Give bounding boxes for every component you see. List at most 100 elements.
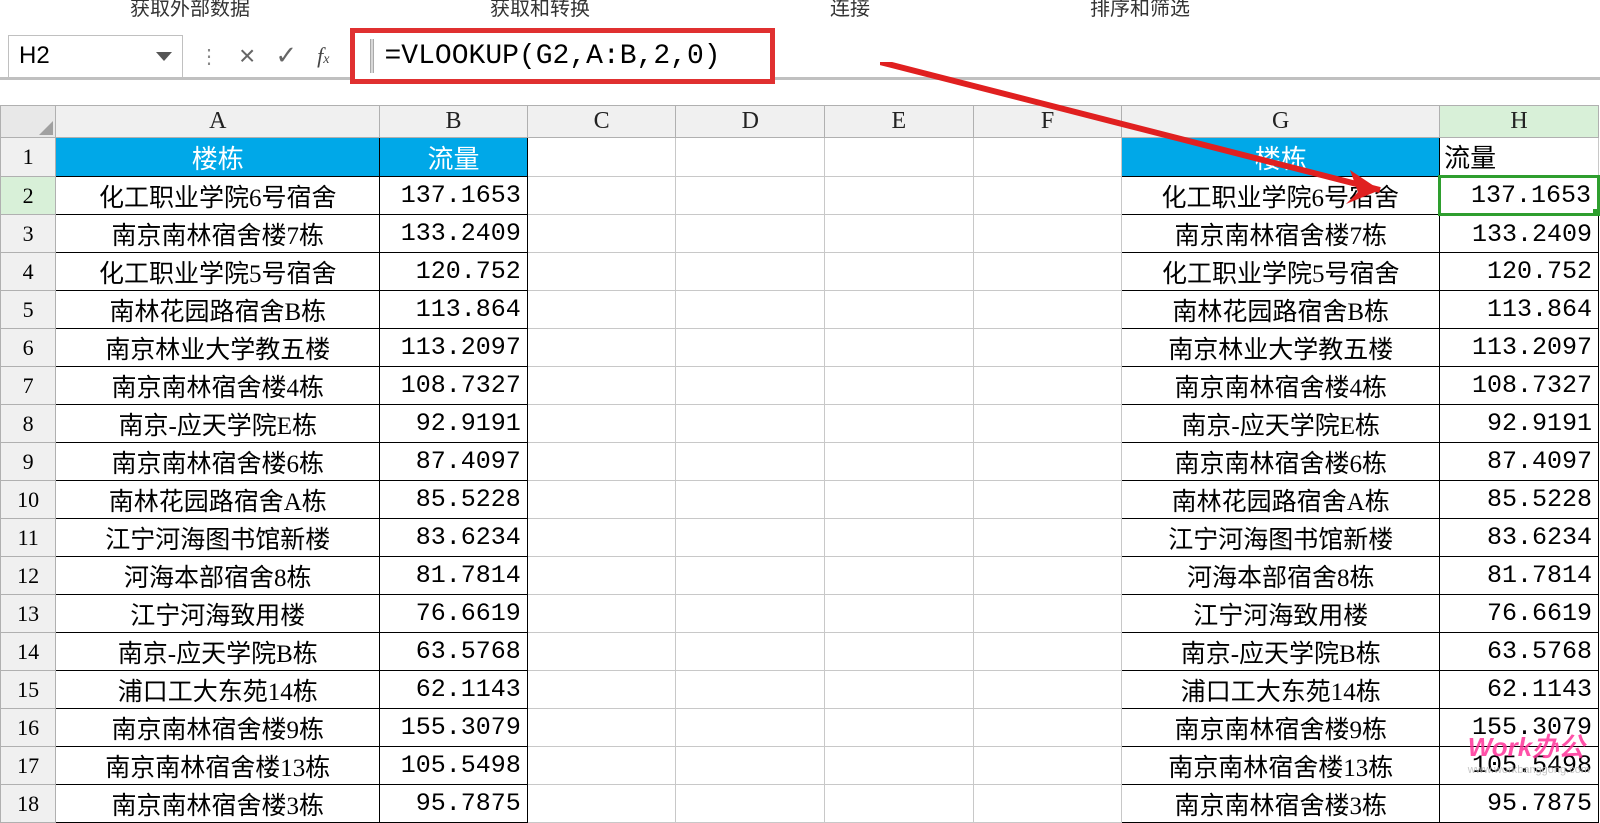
spreadsheet-grid[interactable]: A B C D E F G H 1楼栋流量楼栋流量2化工职业学院6号宿舍137.… — [0, 105, 1600, 801]
cell[interactable]: 85.5228 — [1440, 481, 1599, 519]
cell[interactable]: 河海本部宿舍8栋 — [1122, 557, 1440, 595]
cell[interactable]: 南京南林宿舍楼4栋 — [56, 367, 380, 405]
cell[interactable] — [825, 671, 974, 709]
cell[interactable]: 南京南林宿舍楼9栋 — [56, 709, 380, 747]
cell[interactable]: 133.2409 — [380, 215, 528, 253]
cell[interactable]: 南京-应天学院B栋 — [1122, 633, 1440, 671]
cell[interactable]: 81.7814 — [1440, 557, 1599, 595]
cell[interactable]: 河海本部宿舍8栋 — [56, 557, 380, 595]
cell[interactable] — [676, 633, 825, 671]
cell[interactable]: 化工职业学院6号宿舍 — [1122, 177, 1440, 215]
cell[interactable] — [527, 443, 676, 481]
row-header[interactable]: 9 — [1, 443, 56, 481]
chevron-down-icon[interactable] — [156, 52, 172, 61]
cell[interactable]: 120.752 — [1440, 253, 1599, 291]
cell[interactable]: 化工职业学院6号宿舍 — [56, 177, 380, 215]
cell[interactable]: 楼栋 — [1122, 138, 1440, 177]
cell[interactable] — [527, 481, 676, 519]
cell[interactable]: 92.9191 — [1440, 405, 1599, 443]
cell[interactable]: 流量 — [1440, 138, 1599, 177]
row-header[interactable]: 11 — [1, 519, 56, 557]
cell[interactable] — [825, 747, 974, 785]
cell[interactable] — [825, 215, 974, 253]
cell[interactable] — [527, 177, 676, 215]
cell[interactable] — [825, 595, 974, 633]
row-header[interactable]: 10 — [1, 481, 56, 519]
cell[interactable] — [973, 177, 1122, 215]
fx-icon[interactable]: fx — [317, 43, 329, 69]
cell[interactable]: 108.7327 — [380, 367, 528, 405]
cell[interactable]: 南京南林宿舍楼4栋 — [1122, 367, 1440, 405]
cell[interactable] — [825, 138, 974, 177]
cell[interactable] — [676, 785, 825, 823]
cell[interactable]: 95.7875 — [380, 785, 528, 823]
cell[interactable]: 江宁河海图书馆新楼 — [1122, 519, 1440, 557]
cell[interactable]: 浦口工大东苑14栋 — [56, 671, 380, 709]
cell[interactable]: 南京南林宿舍楼7栋 — [56, 215, 380, 253]
cell[interactable] — [973, 215, 1122, 253]
row-header[interactable]: 13 — [1, 595, 56, 633]
cell[interactable] — [973, 519, 1122, 557]
confirm-icon[interactable]: ✓ — [275, 41, 297, 71]
cell[interactable]: 83.6234 — [1440, 519, 1599, 557]
cell[interactable]: 南京南林宿舍楼13栋 — [1122, 747, 1440, 785]
cell[interactable]: 113.864 — [1440, 291, 1599, 329]
row-header[interactable]: 6 — [1, 329, 56, 367]
cell[interactable]: 南京南林宿舍楼3栋 — [1122, 785, 1440, 823]
cell[interactable] — [527, 633, 676, 671]
cell[interactable]: 155.3079 — [380, 709, 528, 747]
cell[interactable] — [825, 481, 974, 519]
cell[interactable]: 85.5228 — [380, 481, 528, 519]
cell[interactable]: 南京-应天学院E栋 — [1122, 405, 1440, 443]
cell[interactable] — [676, 443, 825, 481]
cell[interactable] — [676, 177, 825, 215]
cell[interactable]: 108.7327 — [1440, 367, 1599, 405]
cell[interactable]: 南京南林宿舍楼6栋 — [56, 443, 380, 481]
cell[interactable]: 87.4097 — [1440, 443, 1599, 481]
col-header-E[interactable]: E — [825, 106, 974, 138]
cell[interactable] — [527, 215, 676, 253]
cell[interactable]: 113.2097 — [1440, 329, 1599, 367]
cell[interactable] — [527, 291, 676, 329]
cell[interactable] — [527, 405, 676, 443]
cell[interactable] — [825, 557, 974, 595]
cell[interactable] — [825, 291, 974, 329]
cell[interactable] — [825, 367, 974, 405]
col-header-D[interactable]: D — [676, 106, 825, 138]
cell[interactable]: 南京南林宿舍楼13栋 — [56, 747, 380, 785]
select-all-corner[interactable] — [1, 106, 56, 138]
cell[interactable]: 62.1143 — [1440, 671, 1599, 709]
formula-input[interactable]: =VLOOKUP(G2,A:B,2,0) — [350, 28, 775, 84]
cell[interactable]: 南京-应天学院E栋 — [56, 405, 380, 443]
cell[interactable] — [676, 367, 825, 405]
col-header-H[interactable]: H — [1440, 106, 1599, 138]
cell[interactable]: 92.9191 — [380, 405, 528, 443]
cell[interactable]: 137.1653 — [1440, 177, 1599, 215]
cell[interactable]: 63.5768 — [380, 633, 528, 671]
row-header[interactable]: 5 — [1, 291, 56, 329]
cell[interactable] — [527, 747, 676, 785]
cell[interactable] — [676, 329, 825, 367]
cell[interactable]: 87.4097 — [380, 443, 528, 481]
cell[interactable] — [676, 481, 825, 519]
cell[interactable] — [825, 329, 974, 367]
cell[interactable] — [973, 329, 1122, 367]
cell[interactable] — [676, 595, 825, 633]
cell[interactable] — [527, 519, 676, 557]
col-header-B[interactable]: B — [380, 106, 528, 138]
cell[interactable]: 120.752 — [380, 253, 528, 291]
cell[interactable]: 江宁河海致用楼 — [1122, 595, 1440, 633]
cell[interactable] — [973, 405, 1122, 443]
cell[interactable] — [973, 671, 1122, 709]
cell[interactable]: 南林花园路宿舍A栋 — [56, 481, 380, 519]
cell[interactable]: 105.5498 — [1440, 747, 1599, 785]
col-header-F[interactable]: F — [973, 106, 1122, 138]
cell[interactable] — [825, 443, 974, 481]
cell[interactable] — [676, 215, 825, 253]
cell[interactable] — [973, 367, 1122, 405]
cell[interactable] — [676, 557, 825, 595]
cell[interactable]: 95.7875 — [1440, 785, 1599, 823]
cell[interactable] — [973, 709, 1122, 747]
cell[interactable]: 81.7814 — [380, 557, 528, 595]
cell[interactable] — [527, 367, 676, 405]
